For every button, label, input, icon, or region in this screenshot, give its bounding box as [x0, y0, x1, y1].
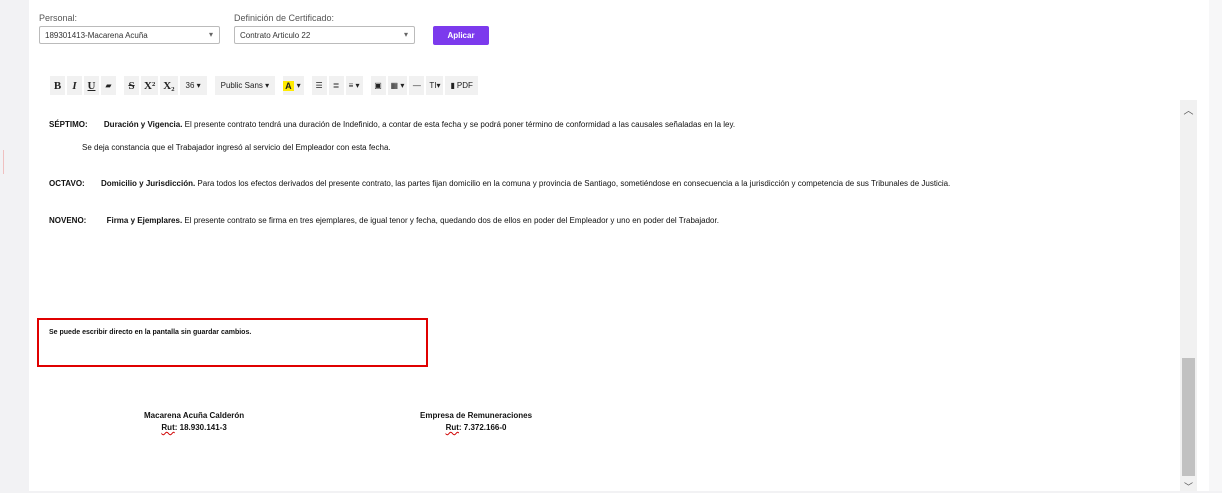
editor-toolbar: B I U ▰ S X² X₂ 36 ▾ Public Sans ▾ A ▾ ☰…: [50, 76, 478, 95]
table-icon[interactable]: ▦ ▾: [387, 76, 408, 95]
clause-text: El presente contrato se firma en tres ej…: [182, 216, 719, 225]
highlight-color-button[interactable]: A ▾: [283, 76, 304, 95]
underline-button[interactable]: U: [84, 76, 99, 95]
clause-title: Domicilio y Jurisdicción.: [100, 179, 196, 188]
numbered-list-icon[interactable]: ≣: [328, 76, 344, 95]
editor-scrollbar[interactable]: ︿ ﹀: [1180, 100, 1197, 492]
clause-note: Se deja constancia que el Trabajador ing…: [82, 143, 391, 152]
signature-employee: Macarena Acuña Calderón Rut: 18.930.141-…: [144, 411, 244, 432]
signature-name: Empresa de Remuneraciones: [420, 411, 533, 420]
clause-septimo: SÉPTIMO: Duración y Vigencia. El present…: [49, 120, 735, 129]
chevron-down-icon: ▾: [403, 30, 408, 39]
certificate-select-value: Contrato Articulo 22: [240, 31, 311, 40]
pdf-button[interactable]: ▮ PDF: [445, 76, 478, 95]
font-size-select[interactable]: 36 ▾: [179, 76, 207, 95]
clear-format-icon[interactable]: ▰: [101, 76, 116, 95]
file-icon: ▮: [450, 81, 455, 90]
apply-button[interactable]: Aplicar: [433, 26, 489, 45]
rut-value: : 7.372.166-0: [458, 423, 507, 432]
bullet-list-icon[interactable]: ☰: [311, 76, 327, 95]
clause-noveno: NOVENO: Firma y Ejemplares. El presente …: [49, 216, 719, 225]
right-gutter: [1209, 0, 1222, 491]
clause-label: OCTAVO:: [49, 179, 85, 188]
document-editor[interactable]: [29, 100, 1180, 491]
signature-rut: Rut: 7.372.166-0: [420, 423, 532, 432]
clause-octavo: OCTAVO: Domicilio y Jurisdicción. Para t…: [49, 179, 950, 188]
scrollbar-thumb[interactable]: [1182, 358, 1195, 476]
personal-label: Personal:: [39, 13, 78, 23]
rut-value: : 18.930.141-3: [174, 423, 227, 432]
strikethrough-button[interactable]: S: [124, 76, 139, 95]
clause-title: Duración y Vigencia.: [103, 120, 183, 129]
hint-box: Se puede escribir directo en la pantalla…: [37, 318, 428, 367]
signature-name: Macarena Acuña Calderón: [144, 411, 245, 420]
chevron-down-icon: ▾: [296, 81, 301, 90]
personal-select[interactable]: 189301413-Macarena Acuña ▾: [39, 26, 220, 44]
align-select[interactable]: ≡ ▾: [345, 76, 363, 95]
clause-text: El presente contrato tendrá una duración…: [182, 120, 736, 129]
pdf-label: PDF: [456, 81, 473, 90]
personal-select-value: 189301413-Macarena Acuña: [45, 31, 148, 40]
left-edge-marker: [0, 150, 4, 174]
certificate-label: Definición de Certificado:: [234, 13, 335, 23]
rut-label: Rut: [161, 423, 175, 432]
bold-button[interactable]: B: [50, 76, 65, 95]
image-icon[interactable]: ▣: [370, 76, 386, 95]
signature-employer: Empresa de Remuneraciones Rut: 7.372.166…: [420, 411, 532, 432]
superscript-button[interactable]: X²: [141, 76, 159, 95]
highlight-icon: A: [283, 80, 294, 91]
chevron-down-icon[interactable]: ﹀: [1180, 480, 1197, 492]
font-family-select[interactable]: Public Sans ▾: [214, 76, 276, 95]
chevron-up-icon[interactable]: ︿: [1180, 102, 1197, 117]
hint-text: Se puede escribir directo en la pantalla…: [49, 329, 252, 336]
clause-title: Firma y Ejemplares.: [106, 216, 183, 225]
horizontal-rule-icon[interactable]: —: [409, 76, 425, 95]
clause-label: SÉPTIMO:: [49, 120, 88, 129]
clause-label: NOVENO:: [49, 216, 87, 225]
text-style-select[interactable]: TI▾: [426, 76, 444, 95]
chevron-down-icon: ▾: [208, 30, 213, 39]
italic-button[interactable]: I: [67, 76, 82, 95]
certificate-select[interactable]: Contrato Articulo 22 ▾: [234, 26, 415, 44]
clause-text: Para todos los efectos derivados del pre…: [195, 179, 951, 188]
rut-label: Rut: [445, 423, 459, 432]
subscript-button[interactable]: X₂: [160, 76, 178, 95]
signature-rut: Rut: 18.930.141-3: [144, 423, 244, 432]
